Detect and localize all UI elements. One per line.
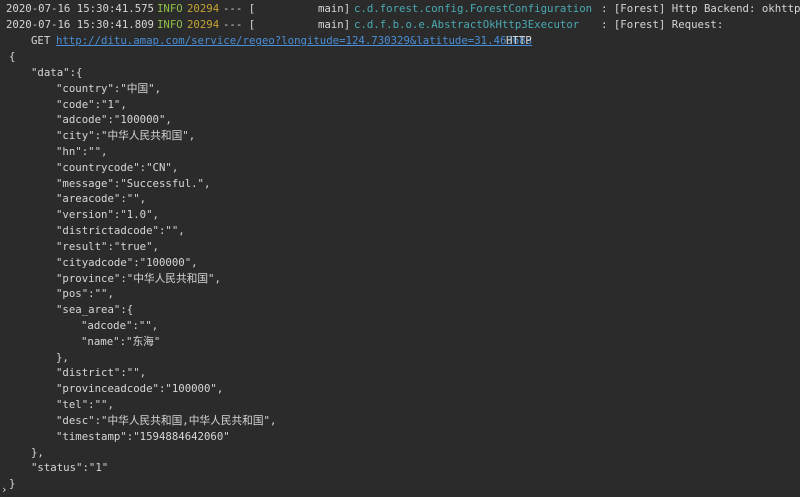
log-timestamp: 2020-07-16 15:30:41.809: [6, 18, 154, 31]
json-line-text: "data":{: [31, 65, 83, 79]
log-pid: 20294: [187, 18, 220, 31]
json-line-text: "sea_area":{: [56, 303, 134, 317]
request-line: GET http://ditu.amap.com/service/regeo?l…: [0, 33, 532, 49]
json-line-text: },: [31, 445, 44, 459]
json-line-text: "timestamp":"1594884642060": [56, 429, 230, 443]
json-line-text: "district":"",: [56, 366, 147, 380]
log-level: INFO: [157, 18, 183, 31]
log-thread: main]: [318, 2, 351, 15]
json-line-text: "pos":"",: [56, 287, 114, 301]
request-protocol: HTTP: [506, 34, 532, 47]
json-line-text: "cityadcode":"100000",: [56, 255, 198, 269]
json-line-text: "message":"Successful.",: [56, 176, 211, 190]
json-line-text: }: [9, 477, 16, 491]
json-line-text: "provinceadcode":"100000",: [56, 382, 224, 396]
log-line: 2020-07-16 15:30:41.809 INFO 20294 --- […: [0, 17, 723, 33]
json-line-text: "districtadcode":"",: [56, 224, 185, 237]
log-logger: c.d.forest.config.ForestConfiguration: [354, 2, 593, 15]
json-line-text: "country":"中国",: [56, 81, 162, 95]
json-line-text: "status":"1": [31, 461, 109, 475]
log-pid: 20294: [187, 2, 220, 15]
log-thread: main]: [318, 18, 351, 31]
caret-icon: ›: [1, 483, 8, 496]
json-line-text: },: [56, 350, 69, 364]
log-message: : [Forest] Request:: [601, 18, 724, 31]
log-line: 2020-07-16 15:30:41.575 INFO 20294 --- […: [0, 1, 800, 17]
json-line-text: "city":"中华人民共和国",: [56, 129, 196, 143]
json-line-text: "adcode":"100000",: [56, 113, 172, 127]
json-line-text: "code":"1",: [56, 97, 127, 111]
log-level: INFO: [157, 2, 183, 15]
log-timestamp: 2020-07-16 15:30:41.575: [6, 2, 154, 15]
json-line-text: "version":"1.0",: [56, 208, 159, 222]
log-separator: --- [: [223, 18, 256, 31]
json-line-text: "countrycode":"CN",: [56, 160, 179, 174]
json-line-text: "province":"中华人民共和国",: [56, 271, 221, 285]
console-output: 2020-07-16 15:30:41.575 INFO 20294 --- […: [0, 0, 800, 497]
request-method: GET: [31, 34, 51, 47]
json-line-text: "name":"东海": [81, 334, 161, 348]
log-separator: --- [: [223, 2, 256, 15]
json-line-text: "desc":"中华人民共和国,中华人民共和国",: [56, 413, 277, 427]
json-line-text: "adcode":"",: [81, 318, 159, 332]
log-logger: c.d.f.b.o.e.AbstractOkHttp3Executor: [354, 18, 580, 31]
json-line-text: "hn":"",: [56, 144, 108, 158]
json-line-text: "tel":"",: [56, 398, 114, 411]
log-message: : [Forest] Http Backend: okhttp3: [601, 2, 800, 15]
json-line-text: {: [9, 50, 16, 63]
request-url-link[interactable]: http://ditu.amap.com/service/regeo?longi…: [56, 33, 532, 49]
json-line-text: "result":"true",: [56, 239, 159, 253]
json-line-text: "areacode":"",: [56, 192, 147, 206]
